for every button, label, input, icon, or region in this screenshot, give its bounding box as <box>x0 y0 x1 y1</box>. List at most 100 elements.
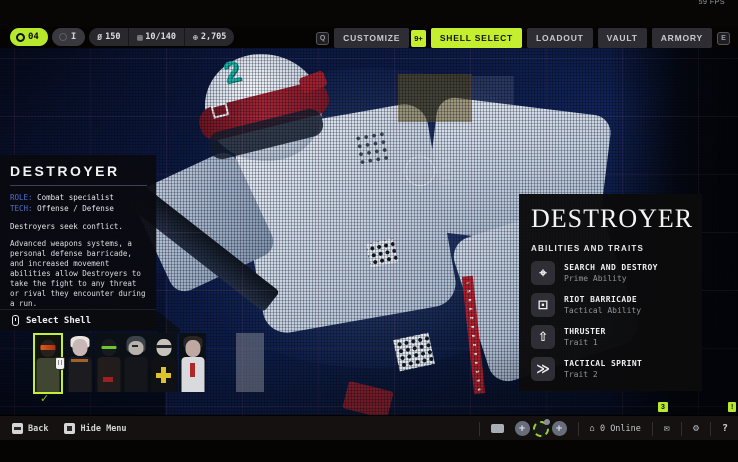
portrait-torso <box>97 357 120 392</box>
resource-storage-value: 10/140 <box>145 32 176 42</box>
ability-name: THRUSTER <box>564 327 606 336</box>
hand-cursor-icon <box>55 357 65 370</box>
abilities-panel: DESTROYER ABILITIES AND TRAITS ⌖ SEARCH … <box>519 194 702 391</box>
shell-info-panel: DESTROYER ROLE: Combat specialist TECH: … <box>0 155 156 309</box>
tactical-sprint-icon: ≫ <box>531 357 555 381</box>
next-tab-key: E <box>717 32 730 45</box>
portrait-visor <box>101 346 116 349</box>
portrait-head <box>128 341 143 355</box>
settings-gear-icon[interactable]: ⚙ <box>693 423 699 434</box>
role-label: ROLE: <box>10 193 33 202</box>
player-avatar[interactable] <box>533 421 549 437</box>
level-value: 04 <box>28 32 39 42</box>
portrait-detail <box>103 377 113 382</box>
shell-slot-empty[interactable] <box>236 333 264 392</box>
portrait-cross-detail <box>161 367 166 383</box>
select-shell-bar[interactable]: Select Shell <box>0 309 156 331</box>
portrait-detail <box>71 359 88 362</box>
tab-vault[interactable]: VAULT <box>598 28 647 48</box>
resource-storage: ▤ 10/140 <box>128 28 184 46</box>
abilities-shell-heading: DESTROYER <box>531 204 690 234</box>
ability-type: Tactical Ability <box>564 306 641 315</box>
invite-slot-button[interactable]: + <box>552 421 567 436</box>
online-icon: ⌂ <box>590 424 595 434</box>
ability-name: SEARCH AND DESTROY <box>564 263 658 272</box>
role-value: Combat specialist <box>37 193 114 202</box>
credits-icon: ⊕ <box>193 33 198 42</box>
shell-slot[interactable] <box>179 333 206 392</box>
divider <box>652 422 653 436</box>
chat-icon[interactable] <box>491 424 504 433</box>
hide-menu-button[interactable]: Hide Menu <box>64 423 126 434</box>
resource-scrap-value: 150 <box>105 32 120 42</box>
ability-riot-barricade[interactable]: ⊡ RIOT BARRICADE Tactical Ability <box>531 293 690 317</box>
trait-thruster[interactable]: ⇧ THRUSTER Trait 1 <box>531 325 690 349</box>
portrait-visor <box>41 345 56 350</box>
help-alert-badge: ! <box>728 402 736 412</box>
thruster-icon: ⇧ <box>531 325 555 349</box>
shell-slot[interactable] <box>95 333 122 392</box>
top-letterbox <box>0 0 738 27</box>
tab-customize[interactable]: CUSTOMIZE <box>334 28 409 48</box>
shell-slot[interactable] <box>150 333 177 392</box>
divider <box>681 422 682 436</box>
ability-text: SEARCH AND DESTROY Prime Ability <box>564 263 658 283</box>
tech-line: TECH: Offense / Defense <box>10 203 147 214</box>
rank-badge[interactable]: I <box>52 28 85 46</box>
ability-search-and-destroy[interactable]: ⌖ SEARCH AND DESTROY Prime Ability <box>531 261 690 285</box>
resource-credits: ⊕ 2,705 <box>184 28 234 46</box>
tab-loadout[interactable]: LOADOUT <box>527 28 593 48</box>
slashed-circle-icon: Ø <box>97 33 102 42</box>
online-status: ⌂ 0 Online <box>590 424 641 434</box>
hide-menu-key-icon <box>64 423 75 434</box>
shell-tagline: Destroyers seek conflict. <box>10 222 147 231</box>
back-label: Back <box>28 424 48 434</box>
rank-orb-icon <box>59 33 67 41</box>
level-badge[interactable]: 04 <box>10 28 48 46</box>
shell-slot[interactable] <box>66 333 93 392</box>
tech-value: Offense / Defense <box>37 204 114 213</box>
trait-tactical-sprint[interactable]: ≫ TACTICAL SPRINT Trait 2 <box>531 357 690 381</box>
selected-check-icon: ✓ <box>40 392 49 405</box>
online-count: 0 Online <box>600 424 641 434</box>
rank-value: I <box>71 32 76 42</box>
portrait-torso <box>68 357 91 392</box>
shell-select-screen: 2 04 I <box>0 0 738 462</box>
ability-type: Trait 1 <box>564 338 606 347</box>
portrait-visor <box>156 345 171 348</box>
ability-type: Prime Ability <box>564 274 658 283</box>
messages-icon[interactable]: ✉ <box>664 423 670 434</box>
hide-menu-label: Hide Menu <box>80 424 126 434</box>
divider <box>10 185 147 186</box>
back-key-icon <box>12 423 23 434</box>
portrait-head <box>72 339 87 356</box>
ability-name: TACTICAL SPRINT <box>564 359 642 368</box>
back-button[interactable]: Back <box>12 423 48 434</box>
footer-hints: Back Hide Menu <box>12 416 127 441</box>
top-bar: 04 I Ø 150 ▤ 10/140 ⊕ 2,705 <box>0 27 738 48</box>
abilities-section-label: ABILITIES AND TRAITS <box>531 244 690 253</box>
ability-text: RIOT BARRICADE Tactical Ability <box>564 295 641 315</box>
tab-shell-select[interactable]: SHELL SELECT <box>431 28 522 48</box>
shell-orb-icon <box>16 33 25 42</box>
shell-name-heading: DESTROYER <box>10 163 147 179</box>
divider <box>710 422 711 436</box>
ability-text: THRUSTER Trait 1 <box>564 327 606 347</box>
shell-slot[interactable] <box>122 333 149 392</box>
riot-barricade-icon: ⊡ <box>531 293 555 317</box>
ability-type: Trait 2 <box>564 370 642 379</box>
tech-label: TECH: <box>10 204 33 213</box>
ability-name: RIOT BARRICADE <box>564 295 641 304</box>
shell-description: Advanced weapons systems, a personal def… <box>10 239 147 309</box>
resource-scrap: Ø 150 <box>89 28 128 46</box>
search-and-destroy-icon: ⌖ <box>531 261 555 285</box>
tab-armory[interactable]: ARMORY <box>652 28 712 48</box>
customize-count-badge: 9+ <box>411 30 426 47</box>
bottom-bar: Back Hide Menu + + ⌂ 0 Online ✉ ⚙ <box>0 415 738 440</box>
invite-slot-button[interactable]: + <box>515 421 530 436</box>
help-button[interactable]: ? <box>722 423 728 434</box>
mouse-icon <box>12 315 19 326</box>
divider <box>578 422 579 436</box>
party-avatars: + + <box>515 421 567 437</box>
hud-stats: 04 I Ø 150 ▤ 10/140 ⊕ 2,705 <box>10 28 234 46</box>
